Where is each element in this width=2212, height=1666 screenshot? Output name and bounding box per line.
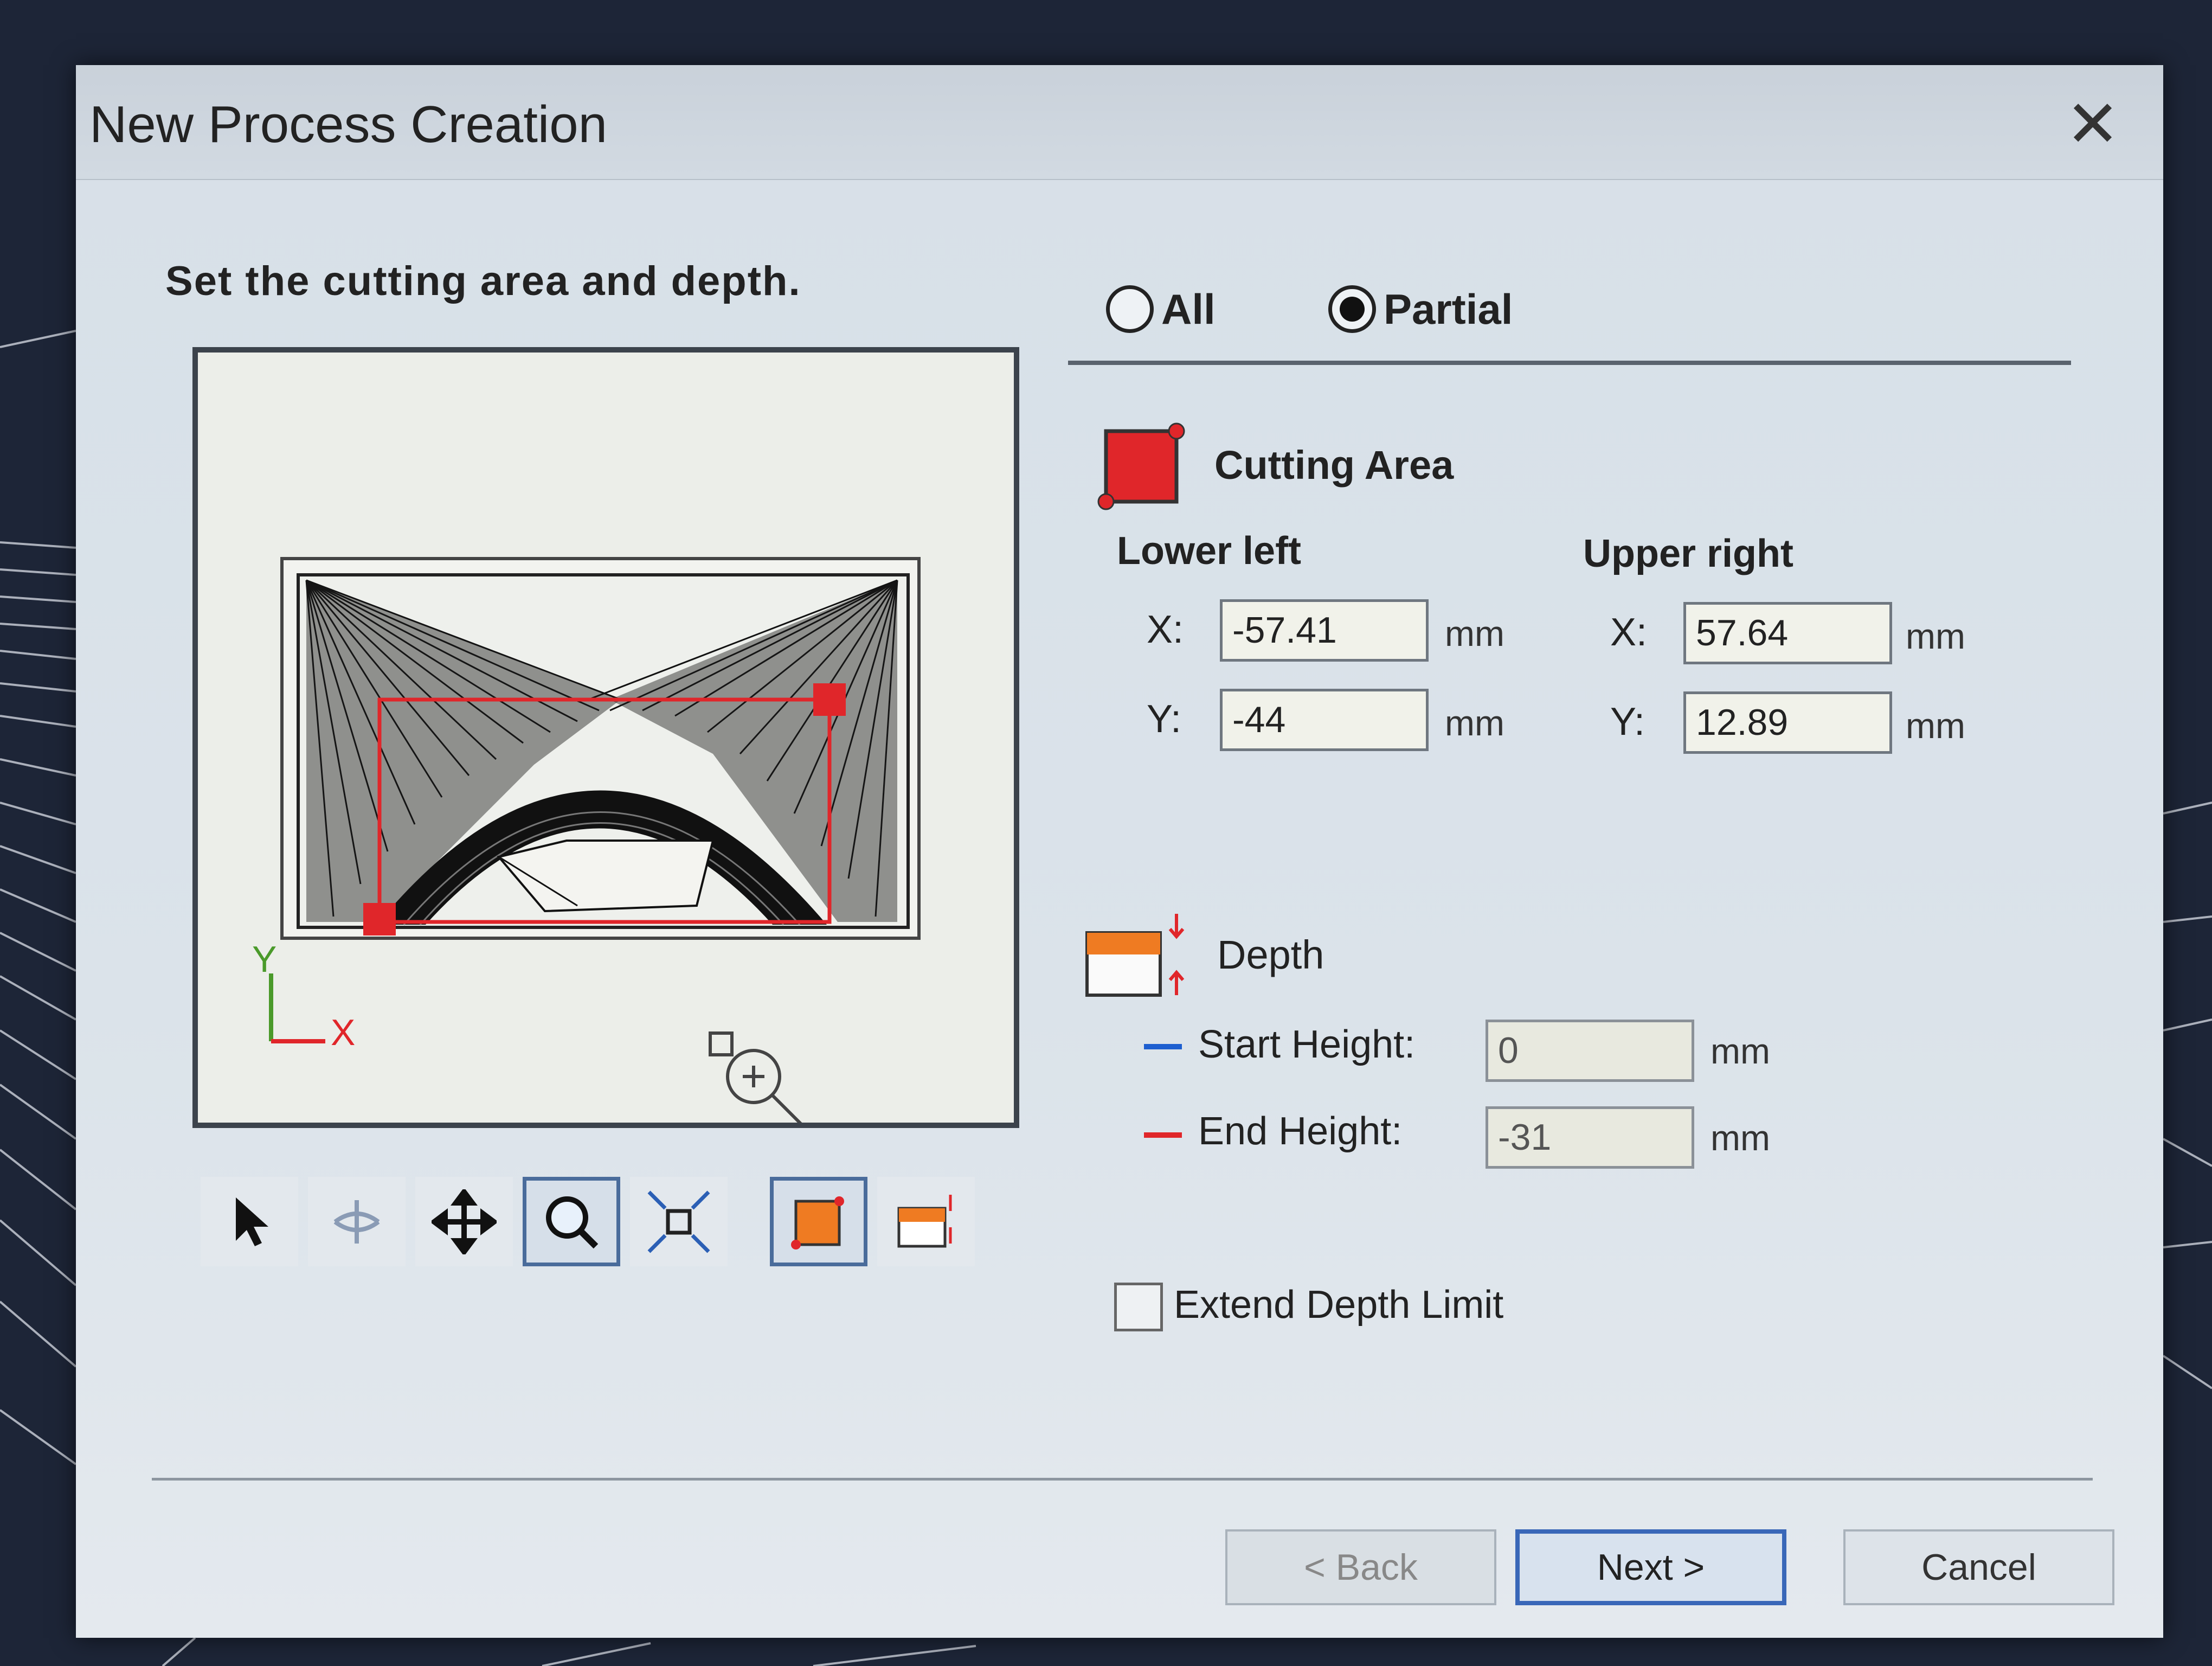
upper-right-x-label: X:: [1610, 611, 1648, 654]
radio-partial-label: Partial: [1384, 285, 1513, 333]
button-separator: [152, 1478, 2093, 1481]
start-height-field[interactable]: 0: [1486, 1020, 1694, 1082]
depth-tool-icon[interactable]: [877, 1177, 975, 1266]
cutting-area-heading: Cutting Area: [1092, 415, 1454, 515]
radio-partial[interactable]: Partial: [1328, 274, 1513, 344]
cutting-area-icon: [1097, 422, 1185, 510]
lower-left-label: Lower left: [1117, 529, 1302, 573]
cutting-area-title: Cutting Area: [1214, 443, 1454, 488]
upper-right-y-unit: mm: [1906, 706, 1965, 746]
upper-right-x-field[interactable]: 57.64: [1683, 602, 1892, 664]
start-height-label: Start Height:: [1198, 1023, 1416, 1066]
fit-view-icon[interactable]: [630, 1177, 728, 1266]
window-title: New Process Creation: [89, 95, 608, 153]
lower-left-x-unit: mm: [1445, 613, 1504, 653]
upper-right-label: Upper right: [1583, 532, 1793, 575]
lower-left-x-field[interactable]: -57.41: [1220, 599, 1429, 662]
radio-all-label: All: [1161, 285, 1216, 333]
rotate-view-icon[interactable]: [308, 1177, 406, 1266]
title-bar: New Process Creation ✕: [76, 65, 2163, 180]
lower-left-y-unit: mm: [1445, 703, 1504, 743]
radio-all[interactable]: All: [1106, 274, 1216, 344]
radio-all-indicator[interactable]: [1106, 285, 1154, 333]
zoom-icon[interactable]: [523, 1177, 620, 1266]
start-height-legend-line: [1144, 1044, 1182, 1049]
lower-left-x-label: X:: [1147, 608, 1184, 651]
cancel-button[interactable]: Cancel: [1843, 1529, 2114, 1605]
upper-right-y-label: Y:: [1610, 700, 1645, 744]
upper-right-y-field[interactable]: 12.89: [1683, 691, 1892, 754]
model-preview[interactable]: Y X: [192, 347, 1019, 1128]
end-height-unit: mm: [1711, 1118, 1770, 1158]
depth-icon: [1085, 914, 1185, 997]
instruction-text: Set the cutting area and depth.: [165, 258, 801, 304]
cutting-area-tool-icon[interactable]: [770, 1177, 867, 1266]
radio-partial-indicator[interactable]: [1328, 285, 1376, 333]
axis-y-label: Y: [252, 939, 277, 980]
start-height-unit: mm: [1711, 1031, 1770, 1071]
depth-heading: Depth: [1082, 903, 1324, 1006]
mode-separator: [1068, 361, 2071, 365]
extend-depth-limit-label[interactable]: Extend Depth Limit: [1174, 1283, 1503, 1327]
new-process-dialog: New Process Creation ✕ Set the cutting a…: [76, 65, 2163, 1638]
pan-move-icon[interactable]: [415, 1177, 513, 1266]
extend-depth-limit-checkbox[interactable]: [1114, 1283, 1163, 1331]
end-height-label: End Height:: [1198, 1110, 1403, 1153]
pointer-arrow-icon[interactable]: [201, 1177, 298, 1266]
end-height-field[interactable]: -31: [1486, 1106, 1694, 1169]
lower-left-y-label: Y:: [1147, 697, 1182, 741]
close-icon[interactable]: ✕: [2060, 92, 2125, 157]
next-button[interactable]: Next >: [1515, 1529, 1786, 1605]
depth-title: Depth: [1217, 932, 1324, 977]
upper-right-x-unit: mm: [1906, 616, 1965, 656]
end-height-legend-line: [1144, 1132, 1182, 1138]
view-toolbar: [201, 1177, 975, 1274]
back-button[interactable]: < Back: [1225, 1529, 1496, 1605]
preview-canvas: [269, 557, 921, 1123]
axis-x-label: X: [331, 1012, 356, 1053]
lower-left-y-field[interactable]: -44: [1220, 689, 1429, 751]
